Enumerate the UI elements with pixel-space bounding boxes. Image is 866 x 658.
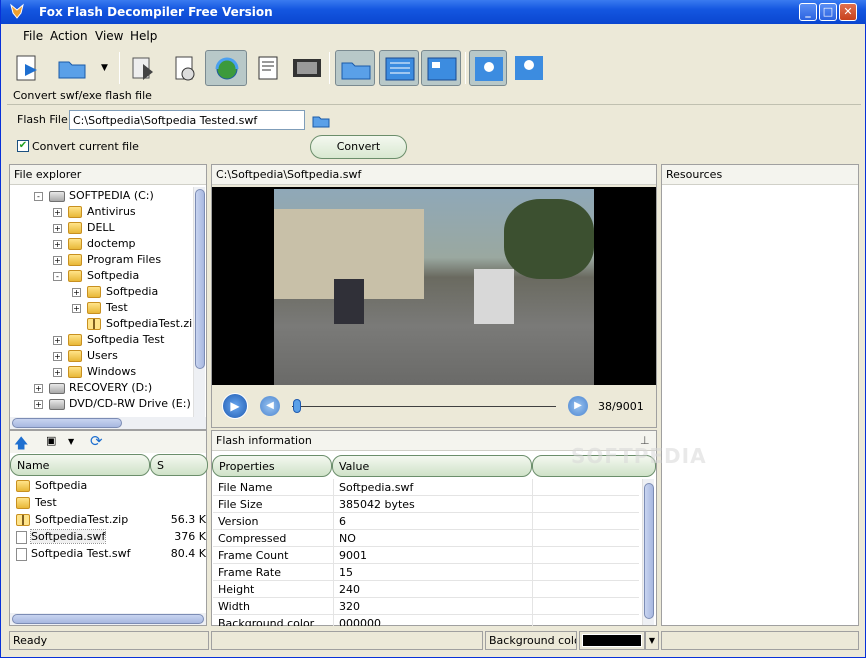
status-ready: Ready bbox=[9, 631, 209, 650]
property-name: Frame Rate bbox=[218, 566, 281, 579]
property-name: Background color bbox=[218, 617, 315, 626]
property-value: 6 bbox=[339, 515, 346, 528]
table-row[interactable]: File Name Softpedia.swf bbox=[213, 479, 639, 496]
table-row[interactable]: Frame Rate 15 bbox=[213, 564, 639, 581]
app-window: Fox Flash Decompiler Free Version _ □ ✕ … bbox=[0, 0, 866, 658]
property-name: Frame Count bbox=[218, 549, 289, 562]
property-value: 385042 bytes bbox=[339, 498, 415, 511]
table-row[interactable]: Compressed NO bbox=[213, 530, 639, 547]
property-value: NO bbox=[339, 532, 356, 545]
property-name: Width bbox=[218, 600, 250, 613]
status-bg-swatch bbox=[579, 631, 645, 650]
property-value: Softpedia.swf bbox=[339, 481, 414, 494]
property-value: 9001 bbox=[339, 549, 367, 562]
table-row[interactable]: Version 6 bbox=[213, 513, 639, 530]
status-extra bbox=[661, 631, 859, 650]
status-bg-label: Background colo bbox=[485, 631, 577, 650]
table-row[interactable]: File Size 385042 bytes bbox=[213, 496, 639, 513]
property-name: Compressed bbox=[218, 532, 287, 545]
property-name: Version bbox=[218, 515, 259, 528]
color-dropdown[interactable]: ▼ bbox=[645, 631, 659, 650]
property-value: 000000 bbox=[339, 617, 381, 626]
property-value: 320 bbox=[339, 600, 360, 613]
table-row[interactable]: Background color 000000 bbox=[213, 615, 639, 626]
color-swatch bbox=[582, 634, 642, 647]
property-value: 15 bbox=[339, 566, 353, 579]
property-name: File Size bbox=[218, 498, 263, 511]
table-row[interactable]: Width 320 bbox=[213, 598, 639, 615]
property-name: File Name bbox=[218, 481, 273, 494]
chevron-down-icon: ▼ bbox=[648, 636, 656, 645]
watermark: SOFTPEDIA bbox=[571, 444, 707, 468]
property-value: 240 bbox=[339, 583, 360, 596]
resources-panel: Resources bbox=[661, 164, 859, 626]
status-empty bbox=[211, 631, 483, 650]
property-name: Height bbox=[218, 583, 255, 596]
table-row[interactable]: Height 240 bbox=[213, 581, 639, 598]
resources-title: Resources bbox=[662, 165, 858, 185]
status-bar: Ready Background colo ▼ bbox=[7, 631, 861, 651]
table-row[interactable]: Frame Count 9001 bbox=[213, 547, 639, 564]
